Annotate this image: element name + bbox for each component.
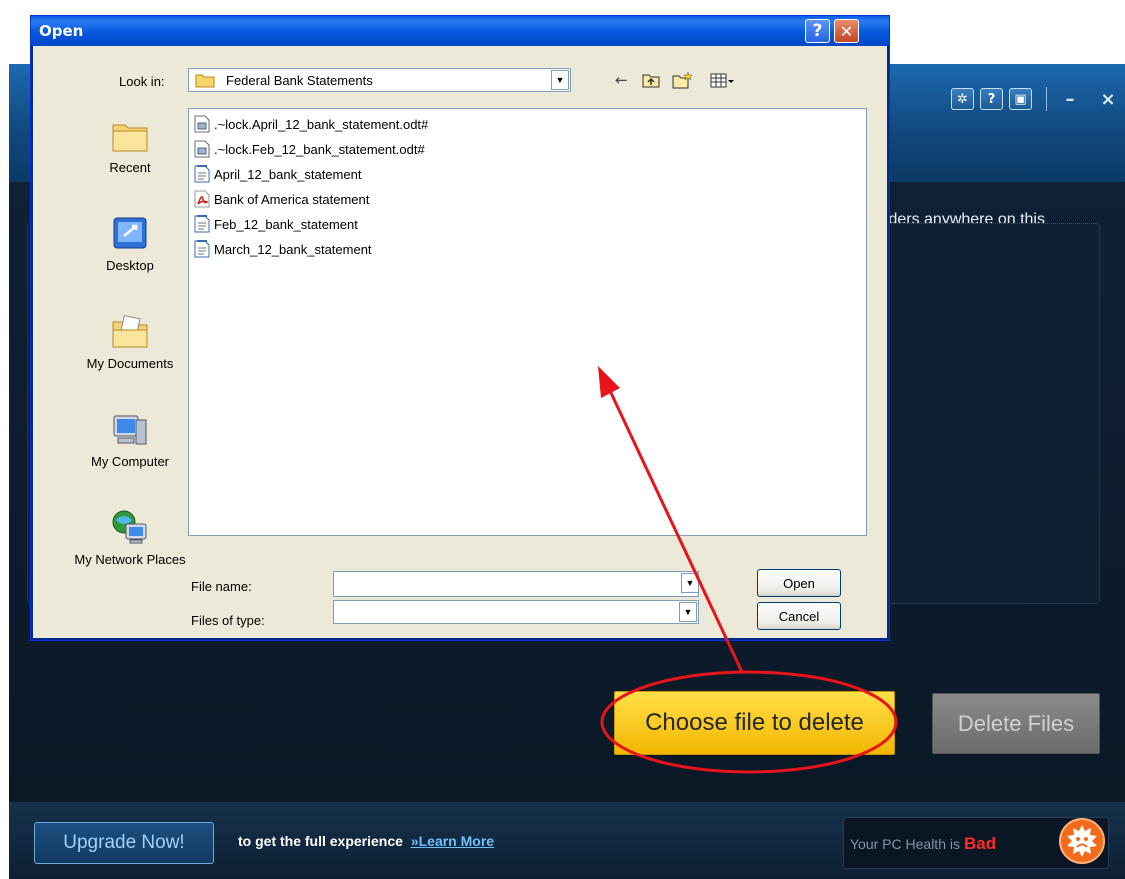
file-name-label: File name: xyxy=(191,579,252,594)
place-recent-label: Recent xyxy=(109,160,151,175)
gear-icon[interactable]: ✲ xyxy=(951,88,974,110)
file-list[interactable]: .~lock.April_12_bank_statement.odt# .~lo… xyxy=(188,108,867,536)
footer-promo: to get the full experience »Learn More xyxy=(238,833,494,849)
place-recent[interactable]: Recent xyxy=(65,116,195,175)
file-name: Feb_12_bank_statement xyxy=(214,216,358,232)
dialog-title: Open xyxy=(39,22,84,40)
network-places-icon xyxy=(112,510,147,544)
open-dialog: Open ? ✕ Look in: Federal Bank Statement… xyxy=(30,15,890,641)
place-desktop-label: Desktop xyxy=(106,258,154,273)
cancel-button[interactable]: Cancel xyxy=(757,602,841,630)
folder-icon xyxy=(195,74,215,88)
place-network-label: My Network Places xyxy=(74,552,186,567)
file-name: Bank of America statement xyxy=(214,191,370,207)
lock-file-icon xyxy=(194,140,210,158)
dialog-titlebar[interactable]: Open ? ✕ xyxy=(31,16,889,46)
dialog-help-button[interactable]: ? xyxy=(805,19,830,43)
dialog-close-button[interactable]: ✕ xyxy=(834,19,859,43)
choose-file-button[interactable]: Choose file to delete xyxy=(614,691,895,755)
view-menu-icon[interactable] xyxy=(709,70,735,90)
help-icon[interactable]: ? xyxy=(980,88,1003,110)
files-of-type-select[interactable]: ▼ xyxy=(333,600,699,624)
new-folder-icon[interactable] xyxy=(671,70,693,90)
chevron-down-icon[interactable]: ▼ xyxy=(679,602,697,622)
recent-folder-icon xyxy=(112,124,148,152)
screenshot-root: ✲ ? ▣ – × olders anywhere on this Choose… xyxy=(0,0,1125,879)
delete-files-button[interactable]: Delete Files xyxy=(932,693,1100,754)
pc-health-value: Bad xyxy=(963,834,997,853)
file-name-input[interactable] xyxy=(333,571,699,597)
sad-face-icon xyxy=(1059,818,1105,864)
my-documents-icon xyxy=(112,314,148,348)
lock-file-icon xyxy=(194,115,210,133)
file-name: .~lock.April_12_bank_statement.odt# xyxy=(214,116,429,132)
list-item[interactable]: March_12_bank_statement xyxy=(194,239,372,259)
document-icon xyxy=(194,165,210,183)
close-icon[interactable]: × xyxy=(1099,89,1117,110)
learn-more-link[interactable]: »Learn More xyxy=(411,833,494,849)
list-item[interactable]: .~lock.Feb_12_bank_statement.odt# xyxy=(194,139,425,159)
pdf-icon xyxy=(194,190,210,208)
window-controls: ✲ ? ▣ – × xyxy=(951,87,1117,111)
list-item[interactable]: April_12_bank_statement xyxy=(194,164,361,184)
document-icon xyxy=(194,240,210,258)
open-button[interactable]: Open xyxy=(757,569,841,597)
list-item[interactable]: Feb_12_bank_statement xyxy=(194,214,358,234)
minimize-icon[interactable]: – xyxy=(1061,89,1079,110)
desktop-icon xyxy=(113,217,147,249)
document-icon xyxy=(194,215,210,233)
footer-promo-text: to get the full experience xyxy=(238,833,403,849)
place-my-documents-label: My Documents xyxy=(86,356,174,371)
my-computer-icon xyxy=(113,415,147,445)
place-desktop[interactable]: Desktop xyxy=(65,214,195,273)
back-arrow-icon[interactable]: ← xyxy=(615,70,628,90)
up-folder-icon[interactable] xyxy=(641,70,661,90)
file-name: April_12_bank_statement xyxy=(214,166,362,182)
place-network[interactable]: My Network Places xyxy=(65,508,195,567)
files-of-type-label: Files of type: xyxy=(191,613,265,628)
list-item[interactable]: Bank of America statement xyxy=(194,189,369,209)
look-in-value: Federal Bank Statements xyxy=(226,73,373,88)
pc-health-status: Your PC Health is Bad xyxy=(850,834,996,854)
controls-divider xyxy=(1046,87,1047,111)
feedback-icon[interactable]: ▣ xyxy=(1009,88,1032,110)
pc-health-label: Your PC Health is xyxy=(850,836,960,852)
file-name-dropdown-icon[interactable]: ▼ xyxy=(681,573,699,593)
place-my-computer-label: My Computer xyxy=(90,454,170,469)
look-in-label: Look in: xyxy=(119,74,165,89)
file-name: March_12_bank_statement xyxy=(214,241,372,257)
look-in-dropdown[interactable]: Federal Bank Statements ▼ xyxy=(188,68,571,92)
file-name: .~lock.Feb_12_bank_statement.odt# xyxy=(214,141,425,157)
place-my-computer[interactable]: My Computer xyxy=(65,410,195,469)
place-my-documents[interactable]: My Documents xyxy=(65,312,195,371)
upgrade-now-button[interactable]: Upgrade Now! xyxy=(34,822,214,864)
list-item[interactable]: .~lock.April_12_bank_statement.odt# xyxy=(194,114,428,134)
chevron-down-icon[interactable]: ▼ xyxy=(551,70,569,90)
